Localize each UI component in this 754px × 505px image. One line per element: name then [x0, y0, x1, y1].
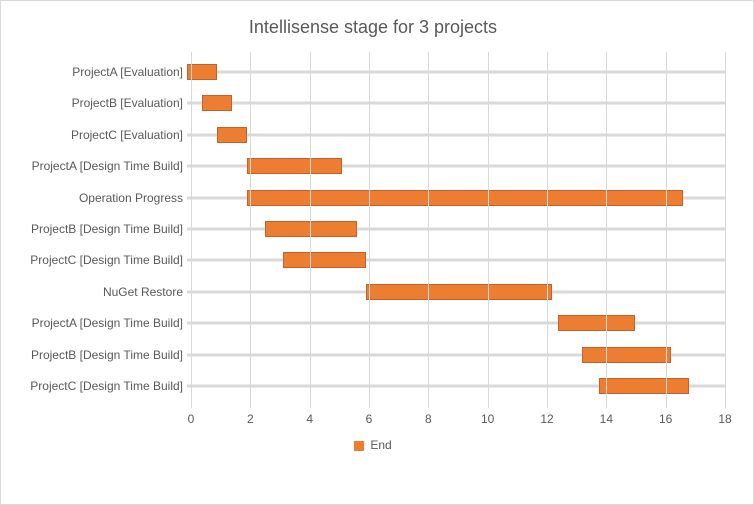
x-axis: 024681012141618	[191, 408, 725, 432]
chart-row: ProjectB [Design Time Build]	[11, 345, 725, 365]
plot-area: ProjectA [Evaluation]ProjectB [Evaluatio…	[191, 52, 725, 432]
x-tick-label: 0	[188, 412, 195, 426]
bar-rows: ProjectA [Evaluation] ProjectB [Evaluatio…	[11, 56, 725, 402]
bar-track	[187, 93, 725, 113]
bar-track	[187, 282, 725, 302]
category-label: ProjectB [Evaluation]	[11, 96, 187, 110]
bar-track	[187, 313, 725, 333]
category-label: NuGet Restore	[11, 285, 187, 299]
grid-line	[428, 52, 429, 408]
track-baseline	[187, 133, 725, 136]
legend-swatch-icon	[354, 441, 364, 451]
bar-track	[187, 376, 725, 396]
grid-line	[250, 52, 251, 408]
x-tick-label: 4	[306, 412, 313, 426]
chart-row: ProjectC [Design Time Build]	[11, 250, 725, 270]
bar-track	[187, 219, 725, 239]
grid-line	[606, 52, 607, 408]
bar-track	[187, 250, 725, 270]
x-tick-label: 6	[366, 412, 373, 426]
chart-row: ProjectB [Evaluation]	[11, 93, 725, 113]
chart-row: ProjectA [Design Time Build]	[11, 313, 725, 333]
data-bar	[247, 158, 343, 174]
category-label: ProjectC [Design Time Build]	[11, 253, 187, 267]
track-baseline	[187, 70, 725, 73]
track-baseline	[187, 322, 725, 325]
chart-row: ProjectA [Evaluation]	[11, 62, 725, 82]
x-tick-label: 10	[481, 412, 494, 426]
category-label: ProjectB [Design Time Build]	[11, 222, 187, 236]
legend: End	[11, 438, 735, 452]
category-label: ProjectC [Evaluation]	[11, 128, 187, 142]
chart-title: Intellisense stage for 3 projects	[11, 17, 735, 38]
x-tick-label: 16	[659, 412, 672, 426]
data-bar	[366, 284, 551, 300]
data-bar	[247, 190, 683, 206]
chart-row: ProjectB [Design Time Build]	[11, 219, 725, 239]
grid-line	[191, 52, 192, 408]
category-label: ProjectA [Design Time Build]	[11, 316, 187, 330]
chart-row: ProjectC [Evaluation]	[11, 125, 725, 145]
grid-line	[310, 52, 311, 408]
chart-container: Intellisense stage for 3 projects Projec…	[0, 0, 754, 505]
data-bar	[558, 315, 636, 331]
bar-track	[187, 345, 725, 365]
x-tick-label: 18	[718, 412, 731, 426]
bar-track	[187, 125, 725, 145]
data-bar	[265, 221, 358, 237]
category-label: ProjectB [Design Time Build]	[11, 348, 187, 362]
track-baseline	[187, 259, 725, 262]
grid-line	[666, 52, 667, 408]
grid-line	[369, 52, 370, 408]
x-tick-label: 14	[600, 412, 613, 426]
category-label: Operation Progress	[11, 191, 187, 205]
chart-row: ProjectC [Design Time Build]	[11, 376, 725, 396]
legend-label: End	[370, 438, 391, 452]
x-tick-label: 12	[540, 412, 553, 426]
category-label: ProjectA [Evaluation]	[11, 65, 187, 79]
x-tick-label: 2	[247, 412, 254, 426]
data-bar	[599, 378, 689, 394]
grid-line	[725, 52, 726, 408]
category-label: ProjectA [Design Time Build]	[11, 159, 187, 173]
grid-line	[488, 52, 489, 408]
data-bar	[202, 95, 232, 111]
data-bar	[283, 252, 367, 268]
data-bar	[582, 347, 672, 363]
chart-row: Operation Progress	[11, 188, 725, 208]
bar-track	[187, 62, 725, 82]
data-bar	[217, 127, 247, 143]
track-baseline	[187, 102, 725, 105]
bar-track	[187, 156, 725, 176]
bar-track	[187, 188, 725, 208]
x-tick-label: 8	[425, 412, 432, 426]
grid-line	[547, 52, 548, 408]
category-label: ProjectC [Design Time Build]	[11, 379, 187, 393]
chart-row: ProjectA [Design Time Build]	[11, 156, 725, 176]
chart-row: NuGet Restore	[11, 282, 725, 302]
